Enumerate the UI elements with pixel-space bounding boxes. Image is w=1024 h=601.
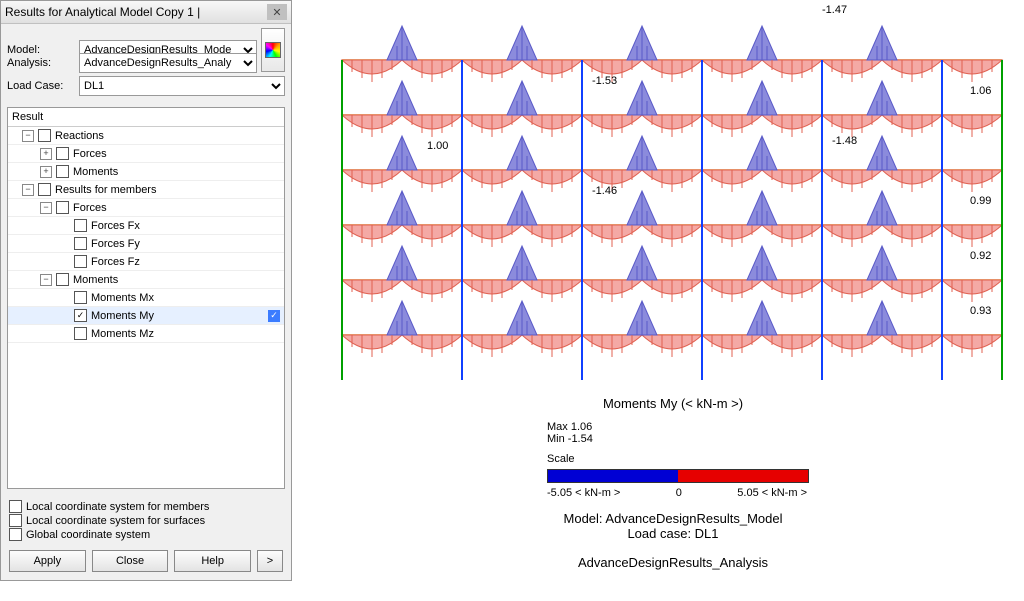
result-tree[interactable]: Result −Reactions+Forces+Moments−Results… xyxy=(7,107,285,489)
button-row: Apply Close Help > xyxy=(1,546,291,580)
tree-label: Forces Fx xyxy=(91,220,140,232)
tree-item-2[interactable]: + Moments xyxy=(8,163,284,181)
coordinate-options: Local coordinate system for members Loca… xyxy=(1,493,291,546)
loadcase-label: Load Case: xyxy=(7,80,75,92)
opt-local-members-label: Local coordinate system for members xyxy=(26,501,209,513)
display-options-button[interactable] xyxy=(261,28,285,72)
results-panel: Results for Analytical Model Copy 1 | ✕ … xyxy=(0,0,292,581)
tree-checkbox[interactable] xyxy=(38,129,51,142)
tree-label: Results for members xyxy=(55,184,156,196)
tree-item-5[interactable]: Forces Fx xyxy=(8,217,284,235)
more-button[interactable]: > xyxy=(257,550,283,572)
model-line: Model: AdvanceDesignResults_Model xyxy=(332,511,1014,526)
tree-item-9[interactable]: Moments Mx xyxy=(8,289,284,307)
opt-local-surfaces-checkbox[interactable] xyxy=(9,514,22,527)
tree-checkbox[interactable] xyxy=(56,165,69,178)
annot-top: -1.47 xyxy=(822,4,847,16)
tree-checkbox[interactable] xyxy=(74,255,87,268)
analysis-line: AdvanceDesignResults_Analysis xyxy=(332,555,1014,570)
annot-4: -1.48 xyxy=(832,135,857,147)
tree-label: Moments xyxy=(73,166,118,178)
opt-local-members-checkbox[interactable] xyxy=(9,500,22,513)
tree-item-11[interactable]: Moments Mz xyxy=(8,325,284,343)
expander-icon[interactable]: − xyxy=(22,130,34,142)
checked-badge-icon: ✓ xyxy=(268,310,280,322)
scale-ticks: -5.05 < kN-m > 0 5.05 < kN-m > xyxy=(547,487,807,499)
close-icon[interactable]: ✕ xyxy=(267,4,287,20)
model-label: Model: xyxy=(7,44,75,56)
expander-icon[interactable]: − xyxy=(40,202,52,214)
tree-checkbox[interactable] xyxy=(74,327,87,340)
scale-mid: 0 xyxy=(676,487,682,499)
tree-item-8[interactable]: − Moments xyxy=(8,271,284,289)
min-value: Min -1.54 xyxy=(547,433,1014,445)
tree-item-6[interactable]: Forces Fy xyxy=(8,235,284,253)
tree-checkbox[interactable] xyxy=(74,309,87,322)
model-info: Model: AdvanceDesignResults_Model Load c… xyxy=(332,511,1014,570)
annot-2: 1.06 xyxy=(970,85,991,97)
panel-titlebar: Results for Analytical Model Copy 1 | ✕ xyxy=(1,1,291,24)
annot-7: 0.92 xyxy=(970,250,991,262)
loadcase-line: Load case: DL1 xyxy=(332,526,1014,541)
analysis-select[interactable]: AdvanceDesignResults_Analy xyxy=(79,53,257,73)
annot-6: 0.99 xyxy=(970,195,991,207)
tree-header: Result xyxy=(8,108,284,127)
scale-min: -5.05 < kN-m > xyxy=(547,487,620,499)
expander-icon[interactable]: − xyxy=(40,274,52,286)
tree-checkbox[interactable] xyxy=(74,291,87,304)
tree-label: Reactions xyxy=(55,130,104,142)
diagram-title: Moments My (< kN-m >) xyxy=(332,396,1014,411)
expander-icon[interactable]: − xyxy=(22,184,34,196)
tree-checkbox[interactable] xyxy=(56,147,69,160)
moment-diagram-svg xyxy=(332,10,1012,390)
expander-icon[interactable]: + xyxy=(40,148,52,160)
analysis-label: Analysis: xyxy=(7,57,75,69)
scale-max: 5.05 < kN-m > xyxy=(737,487,807,499)
tree-label: Moments Mz xyxy=(91,328,154,340)
moment-diagram-viewer: -1.47 -1.53 1.06 1.00 -1.48 -1.46 0.99 0… xyxy=(292,0,1024,581)
apply-button[interactable]: Apply xyxy=(9,550,86,572)
opt-global-checkbox[interactable] xyxy=(9,528,22,541)
tree-item-10[interactable]: Moments My ✓ xyxy=(8,307,284,325)
tree-label: Forces Fy xyxy=(91,238,140,250)
form-area: Model: AdvanceDesignResults_Mode Analysi… xyxy=(1,24,291,103)
tree-label: Moments xyxy=(73,274,118,286)
tree-checkbox[interactable] xyxy=(74,237,87,250)
tree-label: Forces xyxy=(73,148,107,160)
scale-bar xyxy=(547,469,809,483)
annot-5: -1.46 xyxy=(592,185,617,197)
scale-label: Scale xyxy=(547,453,1014,465)
tree-item-0[interactable]: − Reactions xyxy=(8,127,284,145)
tree-item-1[interactable]: + Forces xyxy=(8,145,284,163)
close-button[interactable]: Close xyxy=(92,550,169,572)
opt-local-surfaces-label: Local coordinate system for surfaces xyxy=(26,515,205,527)
annot-3: 1.00 xyxy=(427,140,448,152)
opt-global-label: Global coordinate system xyxy=(26,529,150,541)
tree-checkbox[interactable] xyxy=(74,219,87,232)
annot-8: 0.93 xyxy=(970,305,991,317)
tree-label: Moments My xyxy=(91,310,154,322)
max-value: Max 1.06 xyxy=(547,421,1014,433)
tree-item-3[interactable]: − Results for members xyxy=(8,181,284,199)
tree-item-7[interactable]: Forces Fz xyxy=(8,253,284,271)
expander-icon[interactable]: + xyxy=(40,166,52,178)
rainbow-icon xyxy=(265,42,281,58)
tree-label: Forces xyxy=(73,202,107,214)
panel-title: Results for Analytical Model Copy 1 | xyxy=(5,5,267,19)
tree-checkbox[interactable] xyxy=(38,183,51,196)
tree-label: Moments Mx xyxy=(91,292,154,304)
loadcase-select[interactable]: DL1 xyxy=(79,76,285,96)
tree-checkbox[interactable] xyxy=(56,201,69,214)
help-button[interactable]: Help xyxy=(174,550,251,572)
annot-1: -1.53 xyxy=(592,75,617,87)
tree-label: Forces Fz xyxy=(91,256,140,268)
tree-checkbox[interactable] xyxy=(56,273,69,286)
tree-item-4[interactable]: − Forces xyxy=(8,199,284,217)
